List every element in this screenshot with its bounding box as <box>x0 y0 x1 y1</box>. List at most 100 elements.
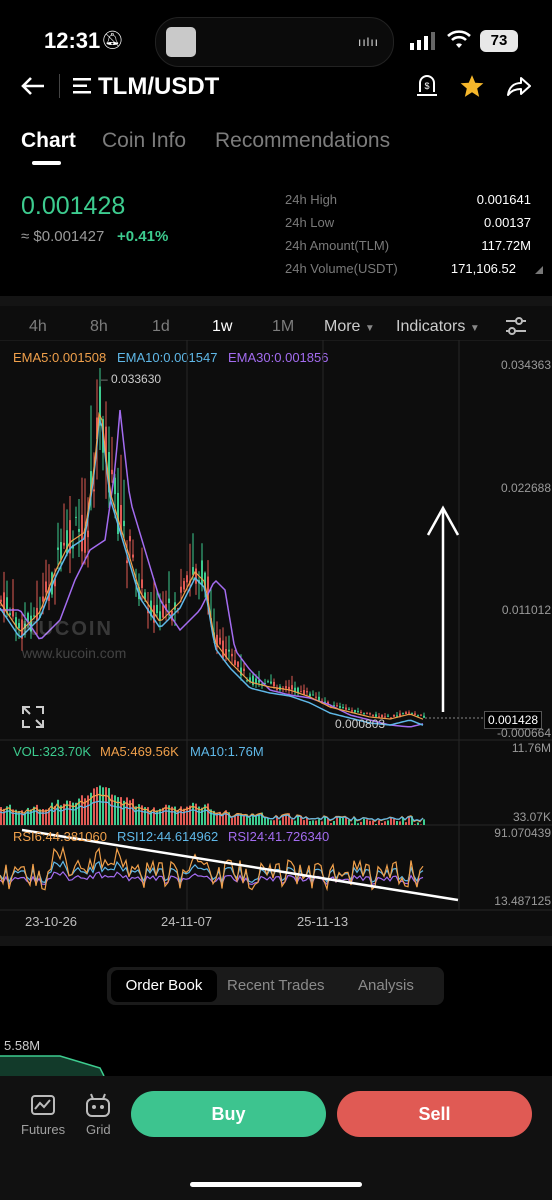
candle-body <box>285 686 287 689</box>
volume-bar <box>267 818 269 825</box>
favorite-star-icon[interactable] <box>459 73 485 99</box>
pair-title[interactable]: TLM/USDT <box>98 73 219 101</box>
candle-body <box>237 661 239 667</box>
volume-bar <box>318 819 320 825</box>
price-alert-icon[interactable]: $ <box>416 74 438 98</box>
section-divider <box>0 296 552 306</box>
tab-coin-info[interactable]: Coin Info <box>102 129 186 153</box>
futures-icon[interactable] <box>30 1094 56 1118</box>
candle-body <box>156 604 158 614</box>
grid-bot-icon[interactable] <box>84 1092 112 1118</box>
interval-1m[interactable]: 1M <box>272 318 294 336</box>
candle-body <box>300 691 302 693</box>
indicators-dropdown[interactable]: Indicators ▼ <box>396 318 480 336</box>
interval-8h[interactable]: 8h <box>90 318 108 336</box>
last-price: 0.001428 <box>21 192 126 220</box>
status-time: 12:31 <box>44 28 101 53</box>
volume-bar <box>417 822 419 825</box>
candle-body <box>414 713 416 715</box>
grid-label[interactable]: Grid <box>86 1122 111 1137</box>
high-marker-icon: – <box>101 372 108 386</box>
tab-recommendations[interactable]: Recommendations <box>215 129 390 153</box>
interval-1d[interactable]: 1d <box>152 318 170 336</box>
rsi24-legend: RSI24:41.726340 <box>228 829 330 844</box>
candle-body <box>417 715 419 717</box>
stat-value-amount: 117.72M <box>481 238 531 253</box>
candle-body <box>57 547 59 550</box>
dynamic-island: ıılıı <box>155 17 394 67</box>
sell-button[interactable]: Sell <box>337 1091 532 1137</box>
section-divider <box>0 936 552 946</box>
candle-body <box>399 713 401 717</box>
price-axis-label: 0.034363 <box>500 358 551 372</box>
futures-label[interactable]: Futures <box>21 1122 65 1137</box>
candle-body <box>18 623 20 629</box>
caret-down-icon: ▼ <box>364 323 375 334</box>
interval-4h[interactable]: 4h <box>29 318 47 336</box>
volume-bar <box>3 808 5 825</box>
candle-body <box>141 579 143 588</box>
candle-body <box>423 715 425 718</box>
header-divider <box>59 74 60 98</box>
watermark-url: www.kucoin.com <box>22 645 127 661</box>
volume-bar <box>279 820 281 825</box>
volume-bar <box>381 822 383 825</box>
tab-recent-trades[interactable]: Recent Trades <box>227 977 325 994</box>
volume-bar <box>360 821 362 825</box>
volume-bar <box>342 817 344 825</box>
share-icon[interactable] <box>506 74 532 98</box>
volume-bar <box>120 797 122 825</box>
more-label: More <box>324 318 361 335</box>
waveform-icon: ıılıı <box>357 35 379 49</box>
volume-axis-label: 11.76M <box>511 741 551 755</box>
ema10-line <box>0 417 424 726</box>
price-axis-label: -0.000664 <box>496 726 551 740</box>
candle-body <box>420 714 422 716</box>
candle-body <box>357 711 359 713</box>
volume-bar <box>270 820 272 825</box>
rsi6-legend: RSI6:44.381060 <box>13 829 107 844</box>
high-annotation-value: 0.033630 <box>111 372 162 386</box>
volume-bar <box>117 797 119 825</box>
candle-body <box>168 598 170 604</box>
volume-bar <box>366 819 368 825</box>
candle-body <box>243 668 245 671</box>
candle-body <box>372 715 374 717</box>
tab-chart[interactable]: Chart <box>21 129 76 153</box>
candle-body <box>354 710 356 713</box>
interval-1w[interactable]: 1w <box>212 318 232 336</box>
more-dropdown[interactable]: More ▼ <box>324 318 375 336</box>
tab-analysis[interactable]: Analysis <box>358 977 414 994</box>
stat-label-low: 24h Low <box>285 215 335 230</box>
candle-body <box>195 568 197 584</box>
candle-body <box>87 530 89 538</box>
volume-bar <box>66 800 68 825</box>
candle-body <box>132 554 134 558</box>
candle-body <box>234 660 236 665</box>
candle-body <box>183 581 185 590</box>
volume-bar <box>420 824 422 825</box>
volume-bar <box>321 821 323 825</box>
chart-settings-icon[interactable] <box>505 316 527 336</box>
date-label: 23-10-26 <box>25 914 78 929</box>
candle-body <box>162 605 164 618</box>
candle-body <box>75 516 77 518</box>
volume-bar <box>39 809 41 825</box>
volume-bar <box>105 787 107 825</box>
volume-bar <box>357 823 359 825</box>
candle-body <box>33 615 35 617</box>
volume-bar <box>339 817 341 825</box>
wifi-icon <box>447 30 471 48</box>
menu-icon[interactable] <box>73 78 91 94</box>
candle-body <box>60 542 62 560</box>
buy-button[interactable]: Buy <box>131 1091 326 1137</box>
candle-body <box>336 705 338 707</box>
back-arrow-icon[interactable] <box>20 74 46 98</box>
date-label: 25-11-13 <box>297 914 349 929</box>
battery-indicator: 73 <box>480 30 518 52</box>
tab-order-book[interactable]: Order Book <box>111 970 217 1002</box>
volume-bar <box>423 819 425 825</box>
fullscreen-icon[interactable] <box>21 705 45 729</box>
volume-legend: VOL:323.70K <box>13 744 92 759</box>
volume-bar <box>93 788 95 825</box>
